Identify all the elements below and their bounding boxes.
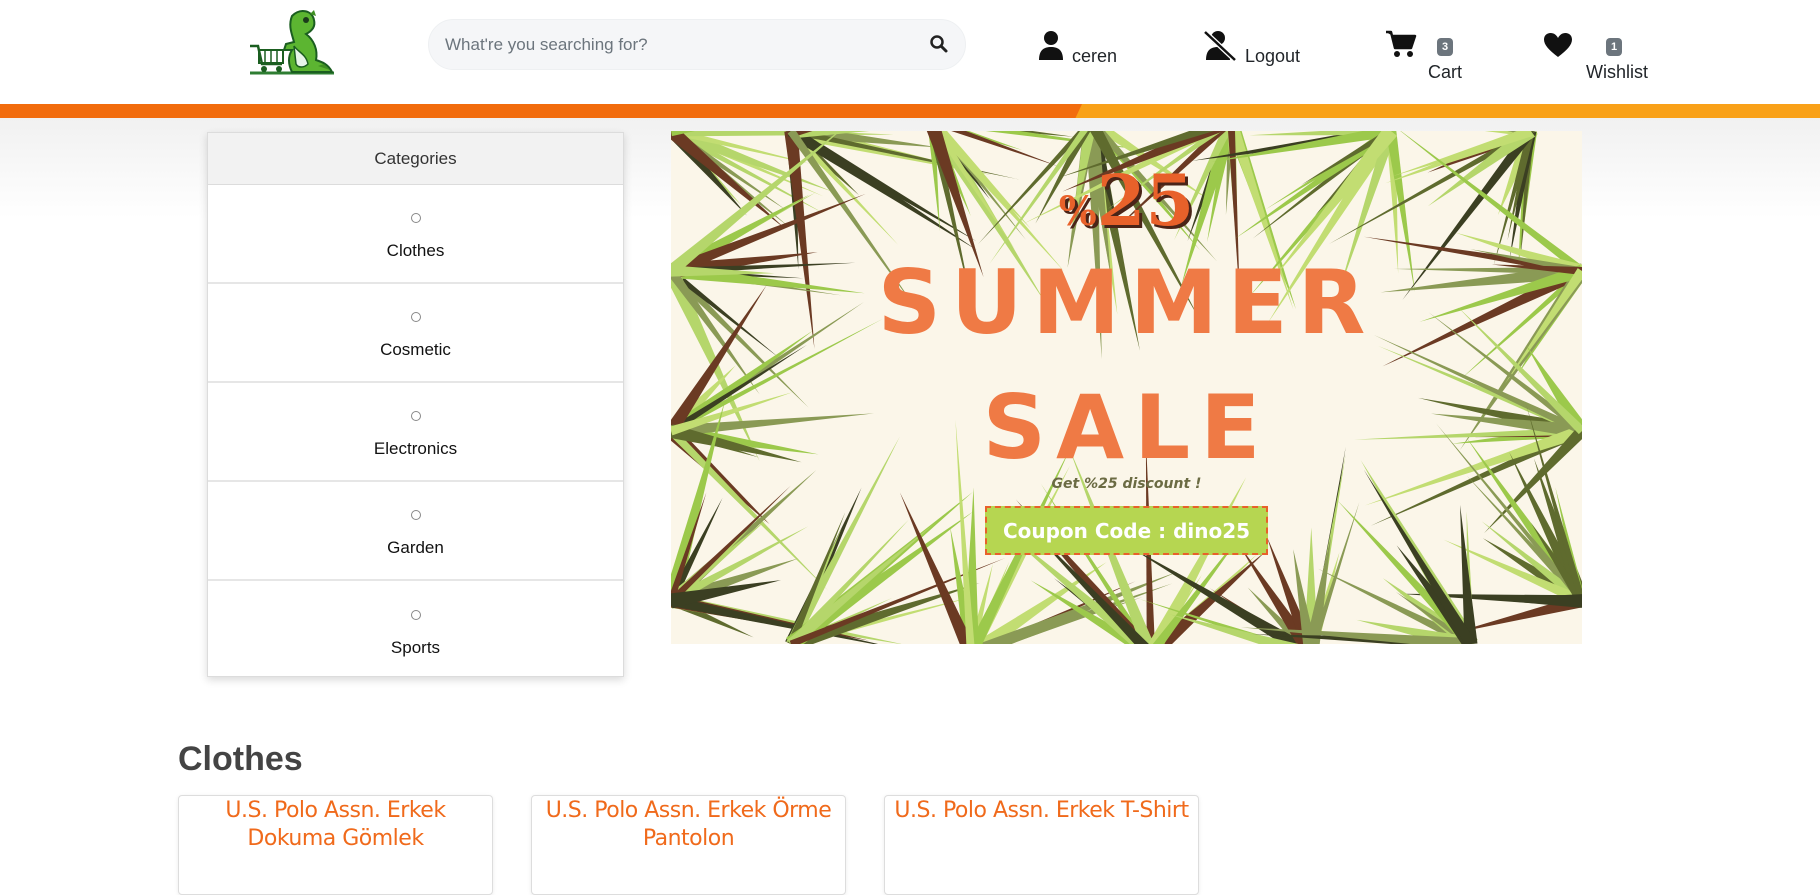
circle-icon [410,609,421,620]
heart-icon [1543,32,1573,63]
section-title: Clothes [178,740,303,778]
category-label: Garden [387,537,444,557]
circle-icon [410,410,421,421]
categories-panel: Categories Clothes Cosmetic Electronics … [207,132,624,677]
product-card[interactable]: U.S. Polo Assn. Erkek T-Shirt [884,795,1199,895]
banner-subtitle: Get %25 discount ! [1051,476,1202,492]
cart-link[interactable]: 3 Cart [1385,30,1465,82]
product-title[interactable]: U.S. Polo Assn. Erkek T-Shirt [885,797,1198,825]
circle-icon [410,509,421,520]
product-title[interactable]: U.S. Polo Assn. Erkek Örme Pantolon [532,797,845,853]
banner-title-summer: SUMMER [877,251,1376,354]
header-stripe-left [0,104,1082,118]
cart-count-badge: 3 [1437,38,1454,56]
product-card[interactable]: U.S. Polo Assn. Erkek Örme Pantolon [531,795,846,895]
header-stripe-right [1074,104,1820,118]
category-electronics[interactable]: Electronics [208,383,623,482]
search-icon[interactable] [929,34,951,56]
summer-sale-banner[interactable]: %25 SUMMER SALE Get %25 discount ! Coupo… [671,131,1582,644]
user-name: ceren [1072,46,1118,66]
user-account-link[interactable]: ceren [1038,30,1117,67]
category-label: Electronics [373,438,458,458]
category-label: Sports [390,637,441,657]
logout-link[interactable]: Logout [1203,30,1300,67]
category-clothes[interactable]: Clothes [208,185,623,284]
category-label: Cosmetic [380,339,451,359]
banner-percent: %25 [1058,159,1195,242]
cart-icon [1385,30,1417,63]
wishlist-label: Wishlist [1586,62,1648,82]
dino-cart-icon [250,10,334,75]
circle-icon [410,212,421,223]
category-label: Clothes [386,240,445,260]
category-cosmetic[interactable]: Cosmetic [208,284,623,383]
search-input[interactable] [445,20,905,69]
user-icon [1038,30,1064,67]
product-card[interactable]: U.S. Polo Assn. Erkek Dokuma Gömlek [178,795,493,895]
wishlist-link[interactable]: 1 Wishlist [1543,30,1653,82]
user-slash-icon [1203,30,1237,67]
site-header: ceren Logout 3 Cart 1 Wishlist [0,0,1820,104]
categories-title: Categories [208,133,623,185]
circle-icon [410,311,421,322]
dino-logo[interactable] [248,6,338,82]
search-bar [428,19,966,70]
category-garden[interactable]: Garden [208,482,623,581]
logout-label: Logout [1245,46,1301,66]
banner-title-sale: SALE [982,376,1271,479]
wishlist-count-badge: 1 [1606,38,1623,56]
product-title[interactable]: U.S. Polo Assn. Erkek Dokuma Gömlek [179,797,492,853]
cart-label: Cart [1428,62,1463,82]
coupon-code-box[interactable]: Coupon Code : dino25 [985,506,1268,555]
category-sports[interactable]: Sports [208,581,623,680]
